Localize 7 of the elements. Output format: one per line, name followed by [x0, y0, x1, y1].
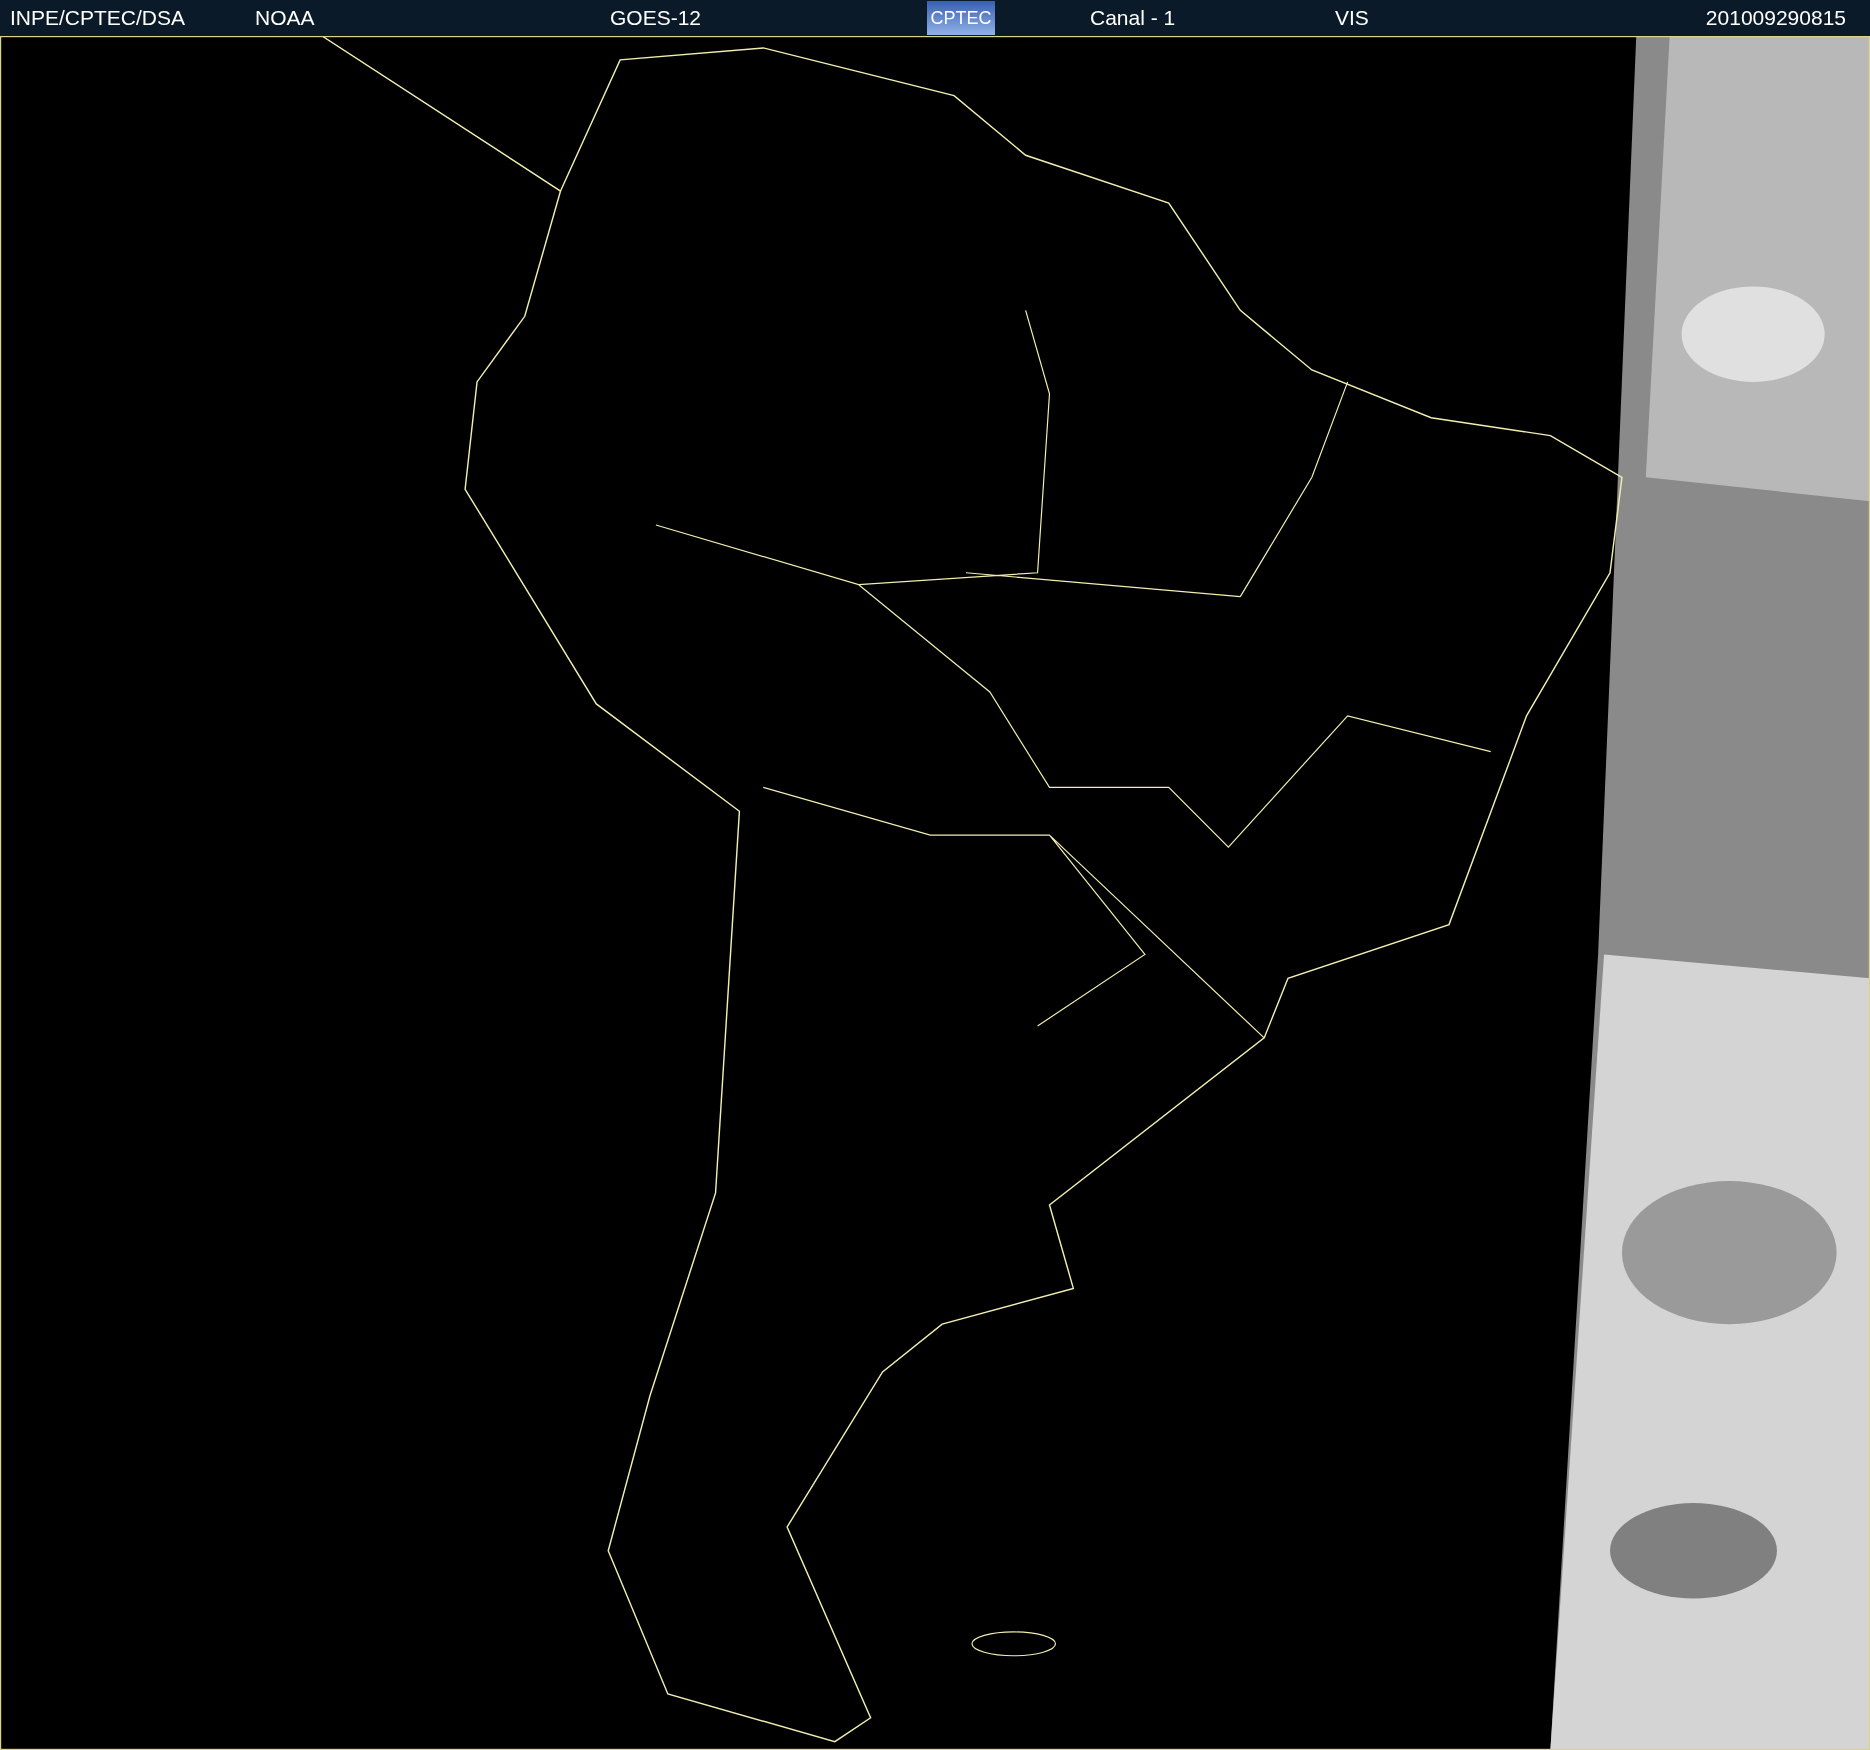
header-label: GOES-12 — [610, 6, 702, 30]
header-label: NOAA — [255, 6, 315, 30]
header-label: Canal - 1 — [1090, 6, 1176, 30]
header-label: INPE/CPTEC/DSA — [10, 6, 186, 30]
logo: CPTEC — [927, 1, 995, 35]
header-label: 201009290815 — [1705, 6, 1846, 30]
header-label: VIS — [1335, 6, 1369, 30]
